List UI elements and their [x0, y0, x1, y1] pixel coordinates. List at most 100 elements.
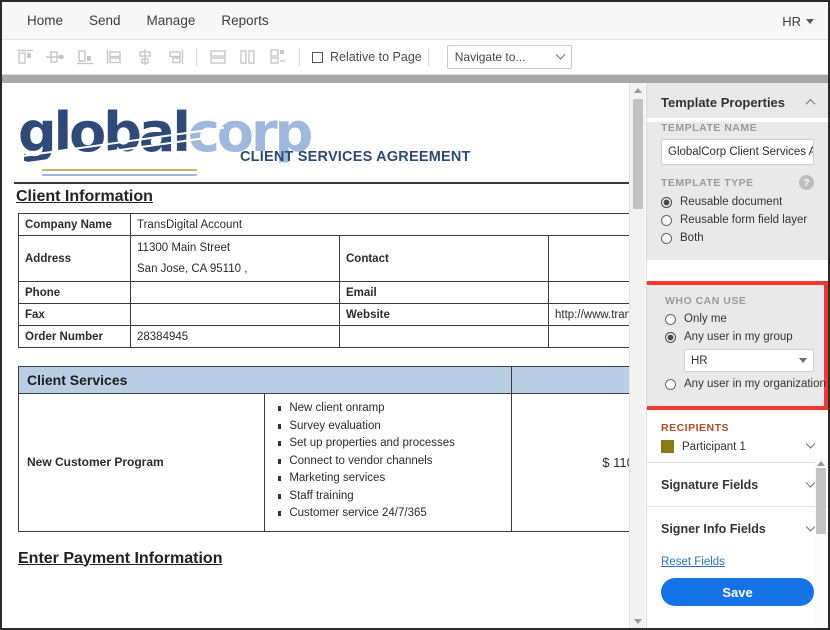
- table-row: Company Name TransDigital Account: [18, 213, 629, 236]
- account-menu[interactable]: HR: [782, 2, 814, 40]
- spacer-cell: [339, 325, 549, 348]
- list-item: Staff training: [278, 488, 502, 506]
- align-center-icon[interactable]: [130, 44, 160, 70]
- menu-item-send[interactable]: Send: [78, 7, 132, 34]
- radio-label: Any user in my organization: [684, 378, 826, 390]
- radio-label: Only me: [684, 313, 727, 325]
- triangle-up-icon: [817, 460, 825, 466]
- email-label: Email: [339, 281, 549, 304]
- radio-any-user-in-my-organization[interactable]: Any user in my organization: [665, 378, 826, 390]
- company-name-value[interactable]: TransDigital Account: [130, 213, 629, 236]
- scrollbar-thumb[interactable]: [633, 99, 643, 209]
- chevron-down-icon[interactable]: [805, 477, 816, 488]
- menu-item-home[interactable]: Home: [16, 7, 74, 34]
- recipient-participant-1[interactable]: Participant 1: [661, 438, 816, 462]
- accordion-signature-fields[interactable]: Signature Fields: [661, 463, 816, 506]
- radio-icon: [665, 378, 676, 390]
- checkbox-icon: [312, 51, 323, 63]
- group-select[interactable]: HR: [684, 349, 814, 372]
- help-icon[interactable]: ?: [799, 175, 814, 190]
- toolbar-divider-band: [2, 75, 828, 83]
- panel-scrollbar-thumb[interactable]: [816, 468, 826, 534]
- distribute-horizontal-icon[interactable]: [233, 44, 263, 70]
- radio-label: Both: [680, 232, 704, 244]
- phone-value[interactable]: [130, 281, 340, 304]
- participant-color-swatch: [661, 440, 674, 453]
- header-rule: [14, 182, 629, 184]
- company-name-label: Company Name: [18, 213, 131, 236]
- reset-fields-link[interactable]: Reset Fields: [661, 556, 725, 568]
- program-name: New Customer Program: [17, 393, 266, 532]
- accordion-signer-info-fields[interactable]: Signer Info Fields: [661, 507, 816, 550]
- chevron-down-icon[interactable]: [805, 438, 816, 449]
- relative-to-page-label: Relative to Page: [330, 50, 422, 64]
- panel-title: Template Properties: [661, 95, 786, 110]
- toolbar-separator: [196, 48, 197, 66]
- chevron-down-icon[interactable]: [805, 521, 816, 532]
- navigate-to-select[interactable]: Navigate to...: [446, 45, 572, 69]
- radio-icon-selected: [661, 196, 672, 208]
- table-row: Order Number 28384945: [18, 325, 629, 348]
- triangle-down-icon: [633, 618, 642, 624]
- document-page: globalcorp CLIENT SERVICES AGREEMENT Cli…: [2, 83, 629, 568]
- signer-info-fields-label: Signer Info Fields: [661, 522, 766, 536]
- align-middle-icon[interactable]: [40, 44, 70, 70]
- order-number-label: Order Number: [18, 325, 131, 348]
- align-top-icon[interactable]: [10, 44, 40, 70]
- menu-item-reports[interactable]: Reports: [210, 7, 279, 34]
- chevron-up-icon[interactable]: [805, 98, 816, 109]
- radio-label: Reusable document: [680, 196, 783, 208]
- panel-header[interactable]: Template Properties: [647, 83, 828, 118]
- table-row: Fax Website http://www.transdigitalcorp.…: [18, 303, 629, 326]
- panel-scroll-up-arrow[interactable]: [815, 458, 827, 468]
- document-viewport[interactable]: globalcorp CLIENT SERVICES AGREEMENT Cli…: [2, 83, 629, 628]
- list-item: Connect to vendor channels: [278, 453, 502, 471]
- align-bottom-icon[interactable]: [70, 44, 100, 70]
- template-type-row: TEMPLATE TYPE ?: [661, 175, 814, 190]
- panel-scrollbar[interactable]: [815, 458, 827, 628]
- list-item: Customer service 24/7/365: [278, 505, 502, 523]
- template-properties-panel: Template Properties TEMPLATE NAME Global…: [646, 83, 828, 628]
- align-left-icon[interactable]: [100, 44, 130, 70]
- document-scrollbar[interactable]: [629, 83, 645, 628]
- radio-reusable-document[interactable]: Reusable document: [661, 196, 814, 208]
- match-size-icon[interactable]: [263, 44, 293, 70]
- group-select-value: HR: [691, 354, 708, 367]
- website-value[interactable]: http://www.transdigitalcorp.com: [548, 303, 629, 326]
- scroll-up-arrow[interactable]: [630, 83, 645, 97]
- table-row: Address 11300 Main Street San Jose, CA 9…: [18, 235, 629, 282]
- bullet-list: New client onramp Survey evaluation Set …: [273, 400, 502, 523]
- order-number-value[interactable]: 28384945: [130, 325, 340, 348]
- radio-reusable-form-field-layer[interactable]: Reusable form field layer: [661, 214, 814, 226]
- radio-any-user-in-my-group[interactable]: Any user in my group: [665, 331, 810, 343]
- radio-only-me[interactable]: Only me: [665, 313, 810, 325]
- radio-both[interactable]: Both: [661, 232, 814, 244]
- menu-item-manage[interactable]: Manage: [136, 7, 207, 34]
- chevron-down-icon: [555, 49, 566, 60]
- contact-label: Contact: [339, 235, 549, 282]
- application-window: Home Send Manage Reports HR Relative to …: [0, 0, 830, 630]
- contact-value[interactable]: [548, 235, 629, 282]
- client-services-header: Client Services: [18, 366, 512, 394]
- list-item: Marketing services: [278, 470, 502, 488]
- address-line-2: San Jose, CA 95110 ,: [137, 263, 248, 275]
- template-name-input[interactable]: GlobalCorp Client Services Ag: [661, 139, 814, 165]
- fax-label: Fax: [18, 303, 131, 326]
- list-item: Set up properties and processes: [278, 435, 502, 453]
- radio-icon-selected: [665, 331, 676, 343]
- client-services-table: Client Services Investment New Customer …: [17, 366, 629, 532]
- distribute-vertical-icon[interactable]: [203, 44, 233, 70]
- address-value[interactable]: 11300 Main Street San Jose, CA 95110 ,: [130, 235, 340, 282]
- radio-label: Reusable form field layer: [680, 214, 808, 226]
- fax-value[interactable]: [130, 303, 340, 326]
- relative-to-page-checkbox[interactable]: Relative to Page: [312, 50, 422, 64]
- save-button[interactable]: Save: [661, 578, 814, 606]
- radio-icon: [661, 214, 672, 226]
- scroll-down-arrow[interactable]: [630, 614, 645, 628]
- email-value[interactable]: [548, 281, 629, 304]
- triangle-up-icon: [633, 87, 642, 93]
- table-row: Phone Email: [18, 281, 629, 304]
- services-bullet-list: New client onramp Survey evaluation Set …: [264, 393, 512, 532]
- list-item: New client onramp: [278, 400, 502, 418]
- align-right-icon[interactable]: [160, 44, 190, 70]
